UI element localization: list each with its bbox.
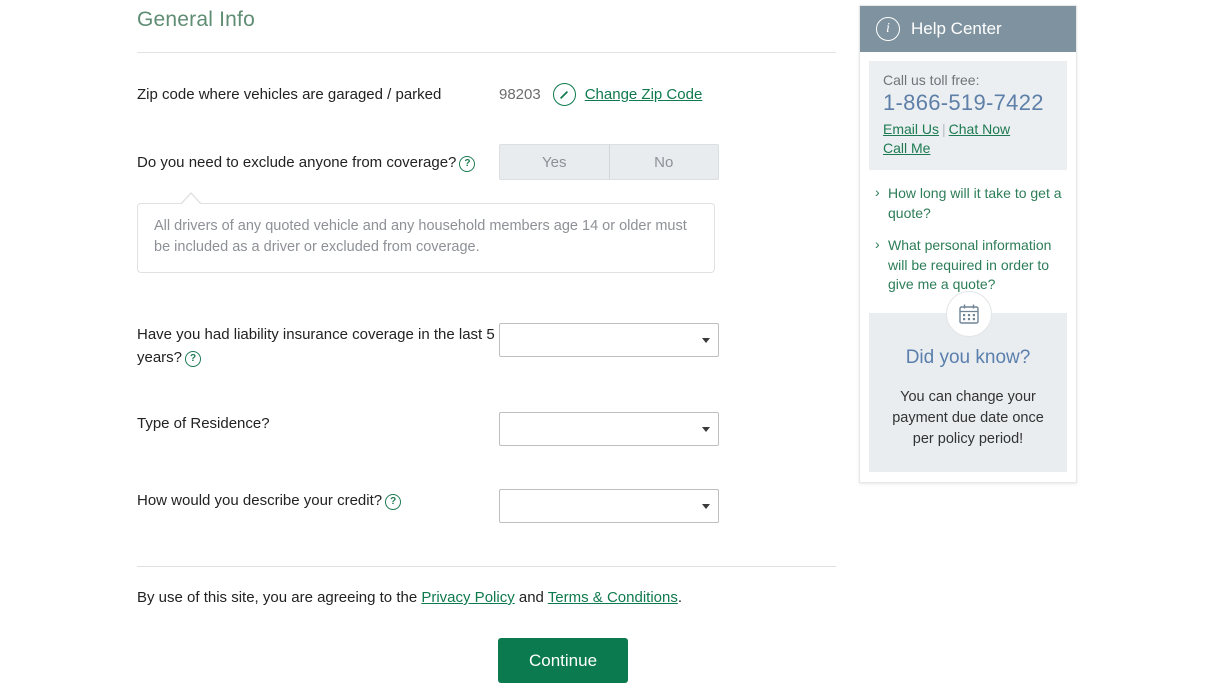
credit-description-label-text: How would you describe your credit? xyxy=(137,492,383,509)
calendar-icon xyxy=(946,290,992,337)
residence-type-label: Type of Residence? xyxy=(137,415,270,432)
faq-item[interactable]: How long will it take to get a quote? xyxy=(874,183,1062,223)
continue-button[interactable]: Continue xyxy=(498,638,628,683)
info-circle-icon: i xyxy=(876,17,900,41)
help-icon-liability[interactable]: ? xyxy=(185,351,202,367)
terms-middle: and xyxy=(514,589,548,606)
page-title: General Info xyxy=(137,8,255,31)
zip-code-label: Zip code where vehicles are garaged / pa… xyxy=(137,86,442,103)
change-zip-code-link[interactable]: Change Zip Code xyxy=(585,86,703,103)
credit-description-row: How would you describe your credit?? xyxy=(137,489,836,523)
liability-coverage-select[interactable] xyxy=(499,323,719,357)
phone-number: 1-866-519-7422 xyxy=(883,90,1044,115)
help-center-header: i Help Center xyxy=(860,6,1076,52)
help-icon-credit[interactable]: ? xyxy=(385,494,402,510)
chevron-down-icon xyxy=(702,504,710,509)
exclude-coverage-row: Do you need to exclude anyone from cover… xyxy=(137,144,836,180)
chevron-down-icon xyxy=(702,338,710,343)
help-center-title: Help Center xyxy=(911,19,1002,38)
liability-coverage-label: Have you had liability insurance coverag… xyxy=(137,323,499,369)
toggle-no-button[interactable]: No xyxy=(608,145,719,179)
residence-type-row: Type of Residence? xyxy=(137,412,836,446)
help-icon-exclude[interactable]: ? xyxy=(459,156,476,172)
did-you-know-text: You can change your payment due date onc… xyxy=(892,388,1044,447)
help-center-sidebar: i Help Center Call us toll free: 1-866-5… xyxy=(859,5,1077,483)
exclude-coverage-callout: All drivers of any quoted vehicle and an… xyxy=(137,192,715,273)
toll-free-label: Call us toll free: xyxy=(883,72,980,88)
faq-list: How long will it take to get a quote? Wh… xyxy=(860,183,1076,295)
did-you-know-panel: Did you know? You can change your paymen… xyxy=(869,290,1067,472)
terms-prefix: By use of this site, you are agreeing to… xyxy=(137,589,422,606)
call-me-link[interactable]: Call Me xyxy=(883,140,930,156)
terms-agreement: By use of this site, you are agreeing to… xyxy=(137,589,836,606)
link-separator: | xyxy=(942,121,946,137)
liability-coverage-row: Have you had liability insurance coverag… xyxy=(137,323,836,369)
zip-code-row: Zip code where vehicles are garaged / pa… xyxy=(137,83,836,106)
contact-links: Email Us | Chat Now Call Me xyxy=(883,120,1067,158)
exclude-coverage-label-text: Do you need to exclude anyone from cover… xyxy=(137,154,457,171)
continue-button-row: Continue xyxy=(137,638,836,683)
credit-description-select[interactable] xyxy=(499,489,719,523)
exclude-coverage-label: Do you need to exclude anyone from cover… xyxy=(137,144,499,174)
faq-item[interactable]: What personal information will be requir… xyxy=(874,235,1062,295)
did-you-know-title: Did you know? xyxy=(905,346,1031,368)
email-us-link[interactable]: Email Us xyxy=(883,121,939,137)
chat-now-link[interactable]: Chat Now xyxy=(949,121,1010,137)
zip-code-value: 98203 xyxy=(499,86,541,103)
footer-divider xyxy=(137,566,836,567)
credit-description-label: How would you describe your credit?? xyxy=(137,489,499,512)
terms-conditions-link[interactable]: Terms & Conditions xyxy=(548,589,678,606)
contact-box: Call us toll free: 1-866-519-7422 Email … xyxy=(869,61,1067,170)
privacy-policy-link[interactable]: Privacy Policy xyxy=(421,589,514,606)
pencil-circle-icon[interactable] xyxy=(552,83,576,106)
general-info-form: General Info Zip code where vehicles are… xyxy=(137,0,836,683)
exclude-coverage-toggle[interactable]: Yes No xyxy=(499,144,719,180)
title-divider xyxy=(137,52,836,53)
terms-suffix: . xyxy=(677,589,683,606)
toggle-yes-button[interactable]: Yes xyxy=(500,145,609,179)
chevron-down-icon xyxy=(702,427,710,432)
residence-type-select[interactable] xyxy=(499,412,719,446)
